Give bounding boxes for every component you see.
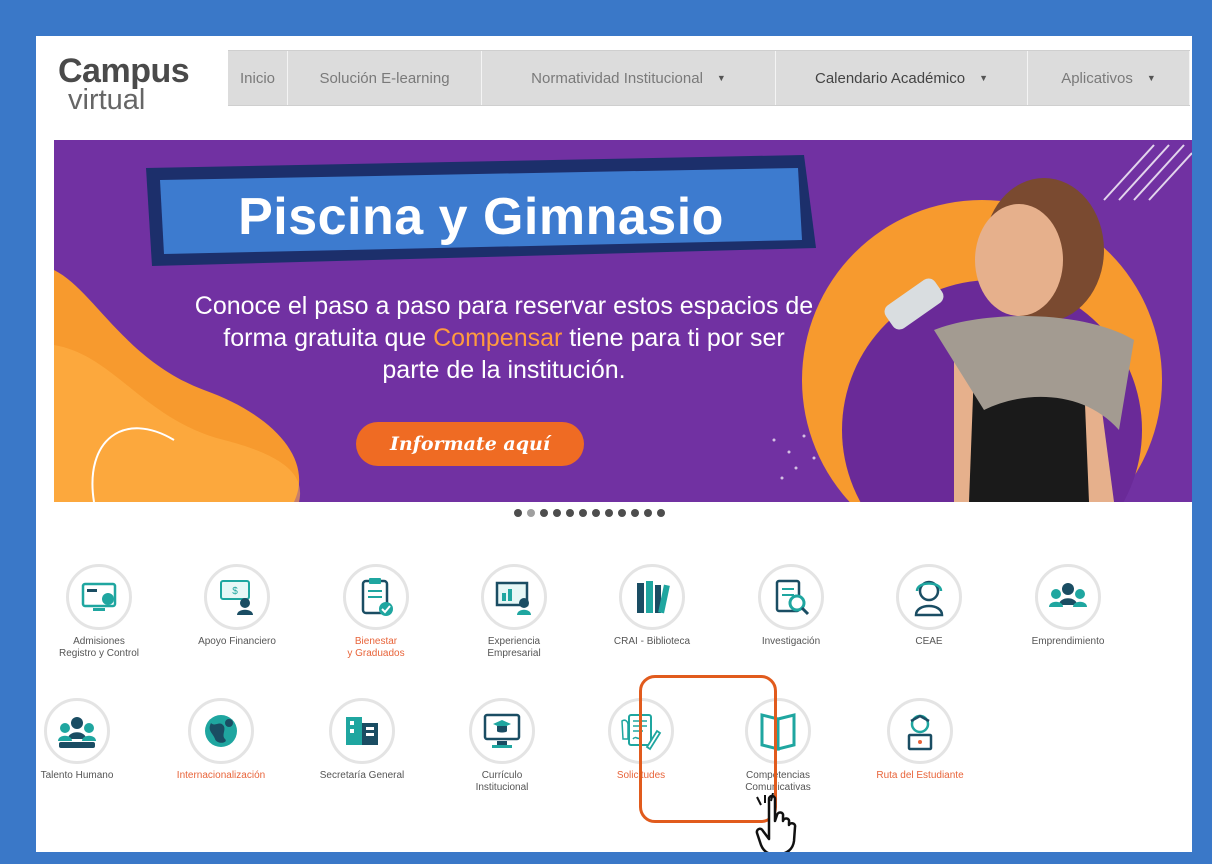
service-label: CEAE — [915, 636, 943, 647]
team-icon — [44, 698, 110, 764]
slider-dot[interactable] — [579, 509, 587, 517]
service-item-building-docs[interactable]: Secretaría General — [301, 698, 423, 782]
logo-line2: virtual — [68, 84, 146, 116]
logo-line1: Campus — [58, 52, 190, 90]
slider-dot[interactable] — [644, 509, 652, 517]
nav-item-normatividad[interactable]: Normatividad Institucional ▼ — [482, 51, 776, 105]
service-label: Admisiones Registro y Control — [58, 636, 140, 659]
caret-down-icon: ▼ — [716, 73, 726, 83]
person-headset-icon — [896, 564, 962, 630]
slider-dot[interactable] — [618, 509, 626, 517]
banner-description: Conoce el paso a paso para reservar esto… — [194, 292, 814, 384]
campus-virtual-logo[interactable]: Campus virtual — [58, 52, 190, 116]
slider-dot[interactable] — [657, 509, 665, 517]
slider-dot[interactable] — [605, 509, 613, 517]
building-docs-icon — [329, 698, 395, 764]
service-label: Secretaría General — [319, 770, 405, 781]
service-label: Talento Humano — [40, 770, 114, 781]
service-label: CRAI - Biblioteca — [613, 636, 691, 647]
service-item-document-search[interactable]: Investigación — [730, 564, 852, 648]
nav-item-calendario[interactable]: Calendario Académico ▼ — [776, 51, 1028, 105]
service-label: Experiencia Empresarial — [487, 636, 541, 659]
nav-item-inicio[interactable]: Inicio — [228, 51, 288, 105]
nav-item-solucion-elearning[interactable]: Solución E-learning — [288, 51, 482, 105]
monitor-gear-icon — [66, 564, 132, 630]
service-item-books[interactable]: CRAI - Biblioteca — [591, 564, 713, 648]
caret-down-icon: ▼ — [1146, 73, 1156, 83]
service-label: Ruta del Estudiante — [876, 770, 964, 781]
service-item-team[interactable]: Talento Humano — [36, 698, 138, 782]
informate-button[interactable]: Informate aquí — [356, 422, 584, 466]
compensar-highlight: Compensar — [433, 324, 563, 352]
hand-cursor-icon — [755, 793, 797, 852]
service-label: Currículo Institucional — [475, 770, 529, 793]
presentation-board-icon — [481, 564, 547, 630]
promo-banner[interactable]: Piscina y Gimnasio Conoce el paso a paso… — [54, 140, 1192, 502]
service-item-person-screen-money[interactable]: $ Apoyo Financiero — [176, 564, 298, 648]
service-label: Internacionalización — [176, 770, 266, 781]
service-label: Bienestar y Graduados — [347, 636, 405, 659]
student-laptop-icon — [887, 698, 953, 764]
nav-item-aplicativos[interactable]: Aplicativos ▼ — [1028, 51, 1190, 105]
svg-text:$: $ — [232, 586, 238, 597]
slider-dot[interactable] — [540, 509, 548, 517]
caret-down-icon: ▼ — [979, 73, 988, 83]
service-label: Emprendimiento — [1031, 636, 1105, 647]
service-item-clipboard-check[interactable]: Bienestar y Graduados — [315, 564, 437, 660]
slider-dot[interactable] — [553, 509, 561, 517]
slider-dot[interactable] — [566, 509, 574, 517]
slider-dots — [514, 509, 665, 517]
globe-icon — [188, 698, 254, 764]
top-nav: Inicio Solución E-learning Normatividad … — [228, 50, 1190, 106]
banner-title: Piscina y Gimnasio — [238, 188, 724, 246]
slider-dot[interactable] — [592, 509, 600, 517]
group-people-icon — [1035, 564, 1101, 630]
slider-dot[interactable] — [527, 509, 535, 517]
monitor-graduate-icon — [469, 698, 535, 764]
slider-dot[interactable] — [514, 509, 522, 517]
service-item-student-laptop[interactable]: Ruta del Estudiante — [859, 698, 981, 782]
service-item-monitor-gear[interactable]: Admisiones Registro y Control — [38, 564, 160, 660]
books-icon — [619, 564, 685, 630]
outer-frame: Campus virtual Inicio Solución E-learnin… — [6, 6, 1206, 858]
service-item-presentation-board[interactable]: Experiencia Empresarial — [453, 564, 575, 660]
clipboard-check-icon — [343, 564, 409, 630]
person-screen-money-icon: $ — [204, 564, 270, 630]
service-item-person-headset[interactable]: CEAE — [868, 564, 990, 648]
service-label: Investigación — [761, 636, 821, 647]
page: Campus virtual Inicio Solución E-learnin… — [36, 36, 1192, 852]
document-search-icon — [758, 564, 824, 630]
service-item-globe[interactable]: Internacionalización — [160, 698, 282, 782]
service-label: Apoyo Financiero — [198, 636, 276, 647]
service-item-group-people[interactable]: Emprendimiento — [1007, 564, 1129, 648]
slider-dot[interactable] — [631, 509, 639, 517]
service-item-monitor-graduate[interactable]: Currículo Institucional — [441, 698, 563, 794]
